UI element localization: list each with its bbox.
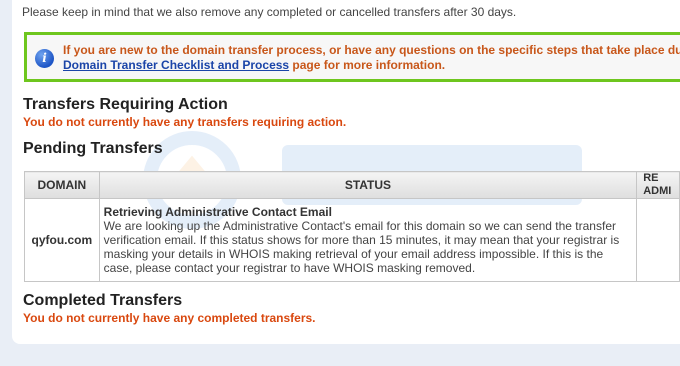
table-row: qyfou.com Retrieving Administrative Cont… <box>24 198 680 282</box>
required-header-line2: ADMI <box>643 185 672 197</box>
status-title: Retrieving Administrative Contact Email <box>103 205 332 219</box>
completed-heading: Completed Transfers <box>23 292 183 309</box>
required-header-line1: RE <box>643 172 659 184</box>
info-text-line2: Domain Transfer Checklist and Process pa… <box>63 58 445 72</box>
pending-heading: Pending Transfers <box>23 140 163 157</box>
pending-transfers-table: DOMAIN STATUS RE ADMI qyfou.com Retrievin… <box>24 171 680 282</box>
info-icon: i <box>35 49 54 68</box>
required-admin-cell <box>636 198 680 282</box>
column-header-domain[interactable]: DOMAIN <box>24 171 100 199</box>
content-panel: Please keep in mind that we also remove … <box>12 0 680 344</box>
info-text: If you are new to the domain transfer pr… <box>63 43 680 57</box>
status-cell: Retrieving Administrative Contact Email … <box>98 198 638 282</box>
requiring-action-message: You do not currently have any transfers … <box>23 115 347 129</box>
completed-message: You do not currently have any completed … <box>23 311 316 325</box>
column-header-required-admin[interactable]: RE ADMI <box>636 171 680 199</box>
requiring-action-heading: Transfers Requiring Action <box>23 96 228 113</box>
info-box: i If you are new to the domain transfer … <box>24 32 680 82</box>
domain-cell: qyfou.com <box>24 198 100 282</box>
status-description: We are looking up the Administrative Con… <box>103 219 620 275</box>
info-text-suffix: page for more information. <box>289 58 446 72</box>
transfer-checklist-link[interactable]: Domain Transfer Checklist and Process <box>63 58 289 72</box>
removal-notice: Please keep in mind that we also remove … <box>22 5 517 19</box>
column-header-status[interactable]: STATUS <box>98 171 638 199</box>
table-header-row: DOMAIN STATUS RE ADMI <box>24 171 680 199</box>
